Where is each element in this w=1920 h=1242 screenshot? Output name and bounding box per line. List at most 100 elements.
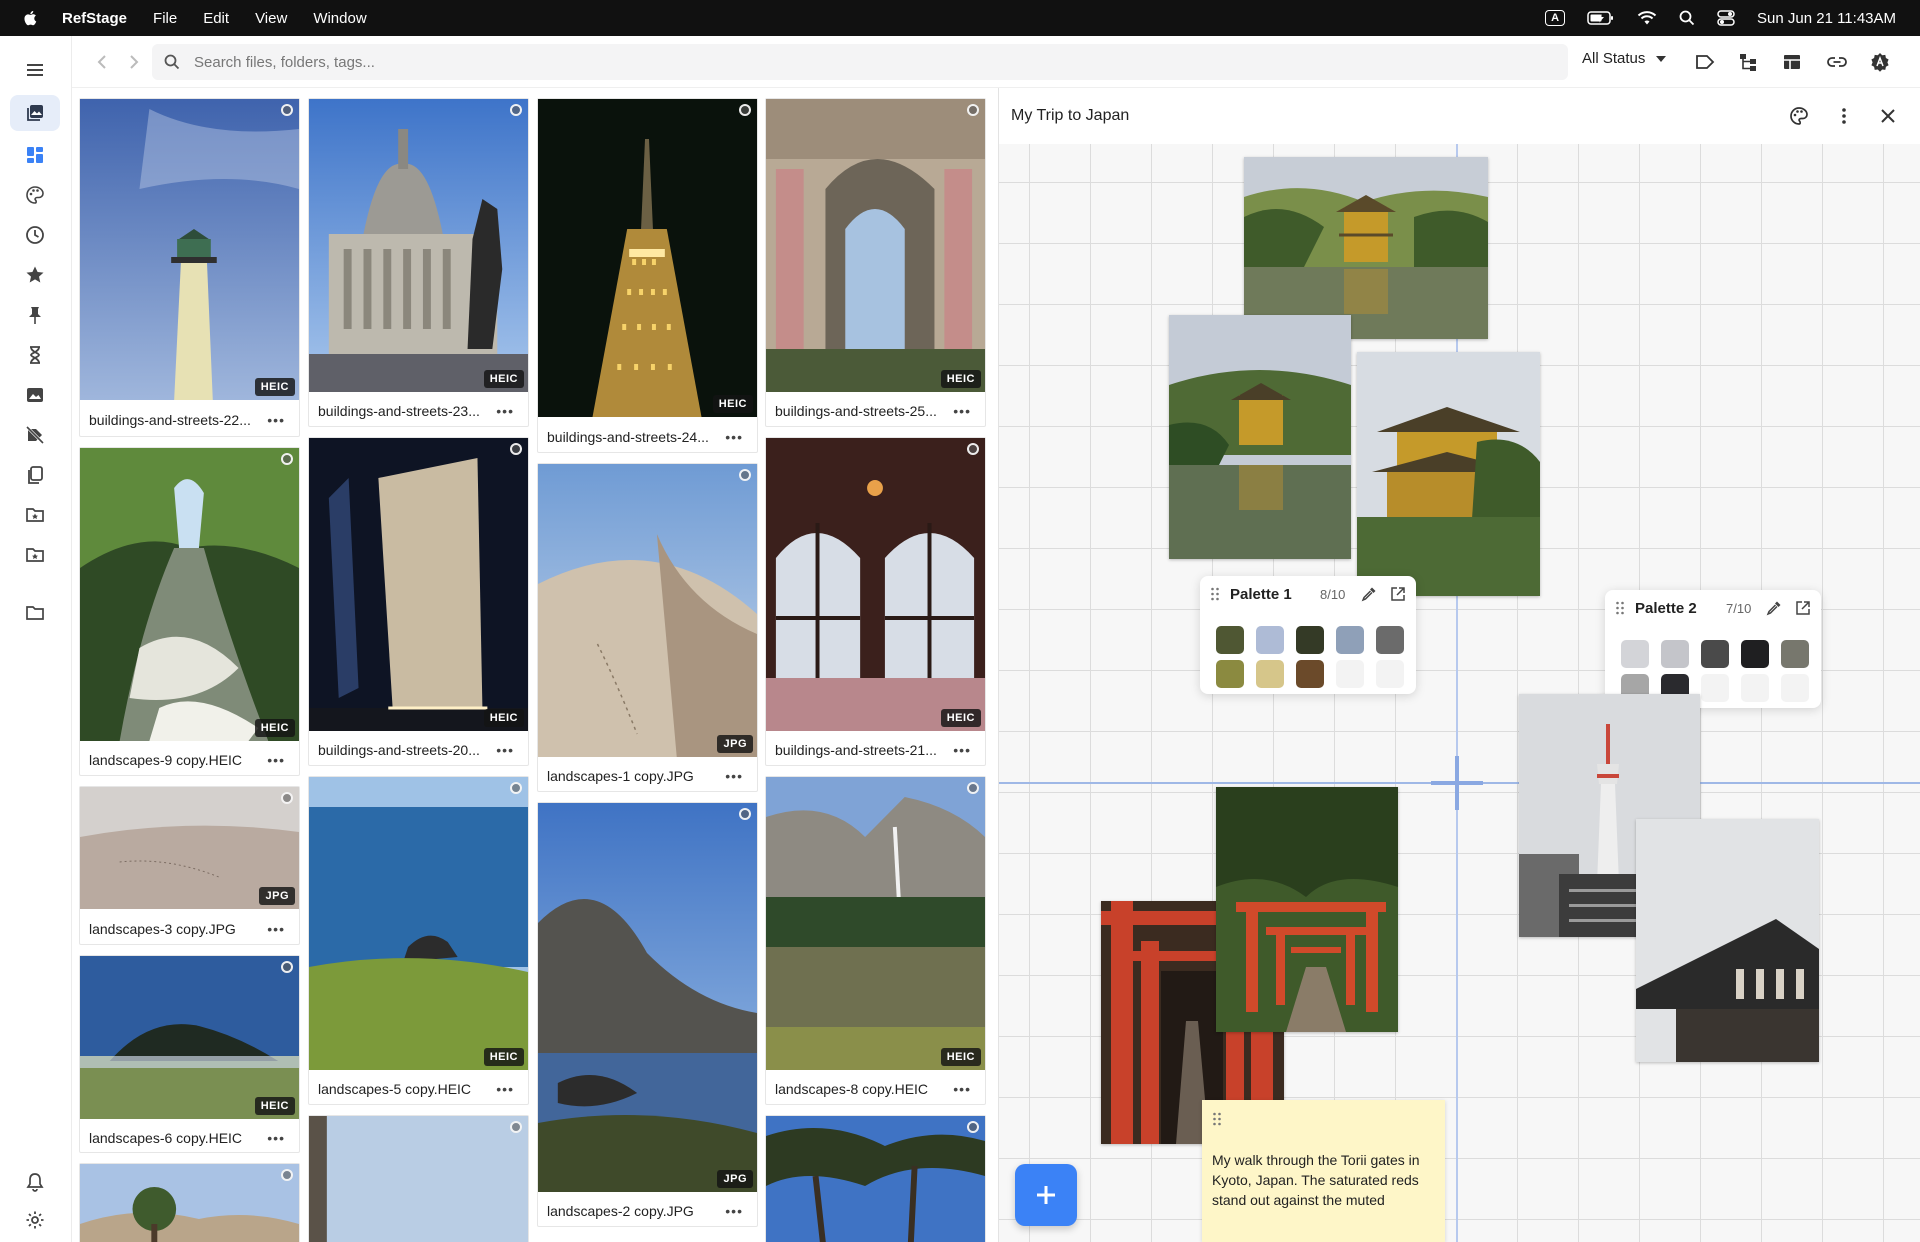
- forward-icon[interactable]: [124, 53, 142, 71]
- grid-item[interactable]: JPG landscapes-1 copy.JPG •••: [537, 463, 758, 792]
- rail-smart-folder-button[interactable]: [10, 497, 60, 533]
- board-image[interactable]: [1216, 787, 1398, 1032]
- grid-item[interactable]: HEIC buildings-and-streets-24... •••: [537, 98, 758, 453]
- add-item-button[interactable]: [1015, 1164, 1077, 1226]
- eyedropper-icon[interactable]: [1361, 586, 1377, 602]
- color-swatch[interactable]: [1296, 626, 1324, 654]
- wifi-icon[interactable]: [1637, 10, 1657, 26]
- empty-swatch-slot[interactable]: [1376, 660, 1404, 688]
- control-center-icon[interactable]: [1717, 10, 1735, 26]
- rail-settings-button[interactable]: [10, 1202, 60, 1238]
- status-dot[interactable]: [510, 782, 522, 794]
- board-image[interactable]: [1169, 315, 1351, 559]
- color-swatch[interactable]: [1621, 640, 1649, 668]
- more-options-icon[interactable]: •••: [725, 768, 743, 784]
- empty-swatch-slot[interactable]: [1701, 674, 1729, 702]
- rail-recent-button[interactable]: [10, 217, 60, 253]
- grid-item[interactable]: [79, 1163, 300, 1242]
- battery-icon[interactable]: [1587, 10, 1615, 26]
- rail-favorites-button[interactable]: [10, 257, 60, 293]
- grid-item[interactable]: HEIC buildings-and-streets-25... •••: [765, 98, 986, 427]
- status-dot[interactable]: [510, 443, 522, 455]
- menu-view[interactable]: View: [255, 10, 287, 27]
- empty-swatch-slot[interactable]: [1336, 660, 1364, 688]
- more-options-icon[interactable]: •••: [496, 1081, 514, 1097]
- grid-item[interactable]: HEIC landscapes-6 copy.HEIC •••: [79, 955, 300, 1153]
- kebab-menu-icon[interactable]: [1834, 106, 1854, 126]
- status-dot[interactable]: [510, 104, 522, 116]
- close-icon[interactable]: [1878, 106, 1898, 126]
- more-options-icon[interactable]: •••: [725, 429, 743, 445]
- board-canvas[interactable]: Palette 1 8/10 Palette 2 7/10 My walk th…: [999, 144, 1920, 1242]
- open-external-icon[interactable]: [1795, 600, 1811, 616]
- app-name-menu[interactable]: RefStage: [62, 10, 127, 27]
- drag-handle-icon[interactable]: [1212, 1112, 1222, 1126]
- app-badge-icon[interactable]: [1870, 52, 1890, 72]
- color-swatch[interactable]: [1701, 640, 1729, 668]
- color-swatch[interactable]: [1661, 640, 1689, 668]
- search-input[interactable]: [194, 53, 1494, 71]
- tag-icon[interactable]: [1695, 52, 1715, 72]
- grid-item[interactable]: HEIC landscapes-8 copy.HEIC •••: [765, 776, 986, 1105]
- search-bar[interactable]: [152, 44, 1568, 80]
- apple-icon[interactable]: [22, 9, 40, 27]
- sticky-note[interactable]: My walk through the Torii gates in Kyoto…: [1202, 1100, 1445, 1242]
- more-options-icon[interactable]: •••: [267, 412, 285, 428]
- rail-untagged-button[interactable]: [10, 417, 60, 453]
- more-options-icon[interactable]: •••: [496, 403, 514, 419]
- color-swatch[interactable]: [1256, 660, 1284, 688]
- rail-menu-button[interactable]: [10, 52, 60, 88]
- more-options-icon[interactable]: •••: [953, 403, 971, 419]
- rail-boards-button[interactable]: [10, 137, 60, 173]
- menubar-clock[interactable]: Sun Jun 21 11:43AM: [1757, 10, 1896, 27]
- status-dot[interactable]: [281, 792, 293, 804]
- color-swatch[interactable]: [1216, 660, 1244, 688]
- grid-item[interactable]: HEIC buildings-and-streets-20... •••: [308, 437, 529, 766]
- status-dot[interactable]: [281, 1169, 293, 1181]
- rail-smart-folder-2-button[interactable]: [10, 537, 60, 573]
- color-swatch[interactable]: [1216, 626, 1244, 654]
- status-dot[interactable]: [281, 961, 293, 973]
- grid-item[interactable]: HEIC buildings-and-streets-23... •••: [308, 98, 529, 427]
- input-source-icon[interactable]: A: [1545, 10, 1566, 26]
- rail-library-button[interactable]: [10, 95, 60, 131]
- more-options-icon[interactable]: •••: [267, 752, 285, 768]
- empty-swatch-slot[interactable]: [1741, 674, 1769, 702]
- open-external-icon[interactable]: [1390, 586, 1406, 602]
- eyedropper-icon[interactable]: [1766, 600, 1782, 616]
- rail-duplicates-button[interactable]: [10, 457, 60, 493]
- board-image[interactable]: [1244, 157, 1488, 339]
- rail-history-button[interactable]: [10, 337, 60, 373]
- rail-folder-button[interactable]: [10, 595, 60, 631]
- color-swatch[interactable]: [1741, 640, 1769, 668]
- palette-icon[interactable]: [1789, 106, 1809, 126]
- rail-images-button[interactable]: [10, 377, 60, 413]
- grid-item[interactable]: [765, 1115, 986, 1242]
- status-dot[interactable]: [967, 104, 979, 116]
- grid-item[interactable]: JPG landscapes-3 copy.JPG •••: [79, 786, 300, 945]
- color-swatch[interactable]: [1296, 660, 1324, 688]
- status-dot[interactable]: [739, 808, 751, 820]
- status-filter-dropdown[interactable]: All Status: [1582, 50, 1667, 67]
- rail-pinned-button[interactable]: [10, 297, 60, 333]
- link-icon[interactable]: [1827, 52, 1847, 72]
- layout-icon[interactable]: [1782, 52, 1802, 72]
- board-image[interactable]: [1357, 352, 1540, 596]
- color-swatch[interactable]: [1336, 626, 1364, 654]
- status-dot[interactable]: [967, 1121, 979, 1133]
- empty-swatch-slot[interactable]: [1781, 674, 1809, 702]
- grid-item[interactable]: HEIC landscapes-5 copy.HEIC •••: [308, 776, 529, 1105]
- grid-item[interactable]: HEIC landscapes-9 copy.HEIC •••: [79, 447, 300, 776]
- grid-item[interactable]: JPG landscapes-2 copy.JPG •••: [537, 802, 758, 1227]
- grid-item[interactable]: [308, 1115, 529, 1242]
- rail-notifications-button[interactable]: [10, 1164, 60, 1200]
- board-image[interactable]: [1636, 819, 1819, 1062]
- menu-file[interactable]: File: [153, 10, 177, 27]
- board-title[interactable]: My Trip to Japan: [1011, 107, 1129, 125]
- status-dot[interactable]: [739, 104, 751, 116]
- more-options-icon[interactable]: •••: [267, 1130, 285, 1146]
- grid-item[interactable]: HEIC buildings-and-streets-21... •••: [765, 437, 986, 766]
- more-options-icon[interactable]: •••: [953, 1081, 971, 1097]
- status-dot[interactable]: [510, 1121, 522, 1133]
- sticky-note-text[interactable]: My walk through the Torii gates in Kyoto…: [1212, 1150, 1432, 1210]
